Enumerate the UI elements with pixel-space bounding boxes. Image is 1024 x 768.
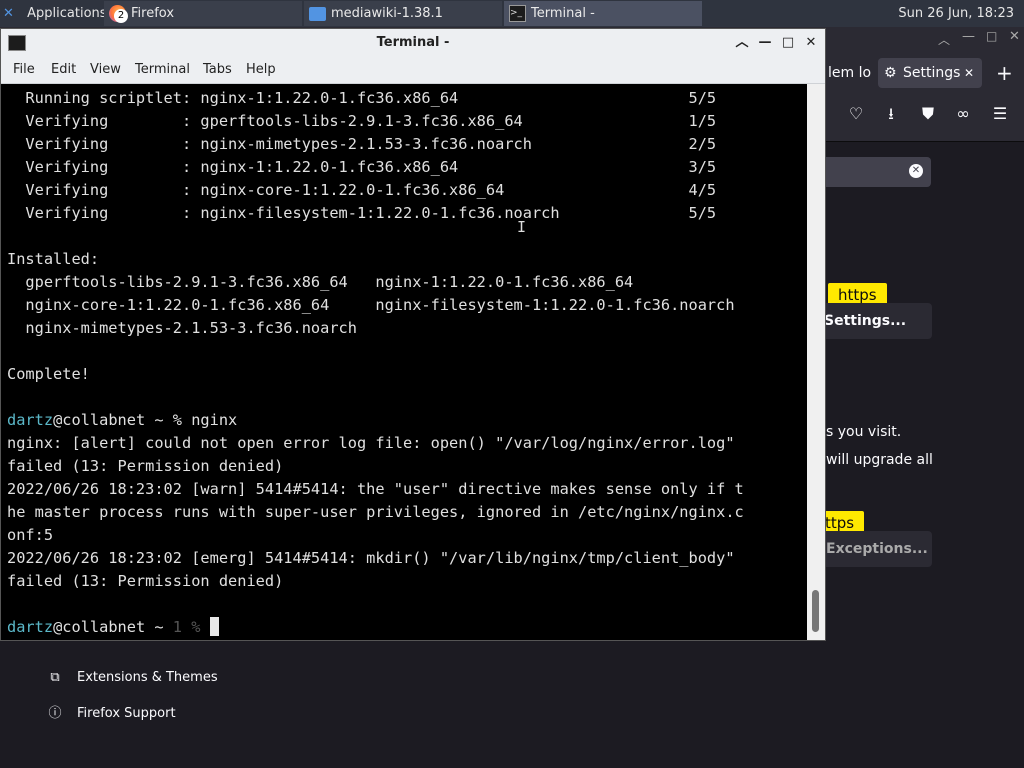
taskbar-firefox-label: Firefox: [131, 6, 175, 21]
prompt-user: dartz: [7, 411, 54, 429]
clock[interactable]: Sun 26 Jun, 18:23: [898, 0, 1014, 27]
terminal-menubar: File Edit View Terminal Tabs Help: [1, 57, 825, 84]
puzzle-icon: ⧉: [50, 670, 60, 685]
taskbar-files[interactable]: mediawiki-1.38.1: [304, 1, 502, 26]
terminal-app-icon: [8, 35, 26, 51]
terminal-icon: >_: [509, 5, 526, 22]
output-line: Verifying : nginx-filesystem-1:1.22.0-1.…: [7, 204, 717, 222]
taskbar-firefox[interactable]: 2 Firefox: [104, 1, 302, 26]
https-settings-label: Settings...: [824, 313, 907, 329]
taskbar-terminal[interactable]: >_ Terminal -: [504, 1, 702, 26]
window-count-badge: 2: [114, 9, 128, 23]
taskbar-terminal-label: Terminal -: [531, 6, 595, 21]
prompt-line: dartz@collabnet ~ 1 %: [7, 617, 219, 636]
output-line: nginx-mimetypes-2.1.53-3.fc36.noarch: [7, 319, 357, 337]
menu-view[interactable]: View: [90, 57, 121, 83]
pocket-icon[interactable]: ♡: [845, 103, 867, 125]
top-panel: ✕ Applications ⁝ 2 Firefox mediawiki-1.3…: [0, 0, 1024, 27]
tab-partial-label[interactable]: lem lo: [828, 65, 871, 81]
terminal-title: Terminal -: [376, 35, 450, 50]
firefox-support-link[interactable]: ⓘ Firefox Support: [46, 704, 176, 724]
output-line: 2022/06/26 18:23:02 [warn] 5414#5414: th…: [7, 480, 744, 498]
new-tab-icon[interactable]: +: [996, 61, 1013, 85]
output-line: failed (13: Permission denied): [7, 457, 284, 475]
output-line: failed (13: Permission denied): [7, 572, 284, 590]
menu-edit[interactable]: Edit: [51, 57, 76, 83]
menu-file[interactable]: File: [13, 57, 35, 83]
tab-settings[interactable]: ⚙ Settings ✕: [878, 58, 982, 88]
output-line: Complete!: [7, 365, 90, 383]
hamburger-menu-icon[interactable]: ☰: [989, 103, 1011, 125]
text-cursor: [209, 617, 219, 636]
exceptions-label: Exceptions...: [826, 541, 928, 557]
ublock-icon[interactable]: ⛊: [917, 103, 939, 125]
output-line: he master process runs with super-user p…: [7, 503, 744, 521]
window-minimize-icon[interactable]: —: [754, 29, 776, 57]
output-line: Verifying : nginx-core-1:1.22.0-1.fc36.x…: [7, 181, 717, 199]
prompt-host: @collabnet ~: [53, 411, 173, 429]
output-line: 2022/06/26 18:23:02 [emerg] 5414#5414: m…: [7, 549, 735, 567]
https-description-line1: s you visit.: [826, 424, 902, 440]
taskbar-files-label: mediawiki-1.38.1: [331, 6, 443, 21]
window-maximize-icon[interactable]: □: [777, 29, 799, 57]
window-shade-icon[interactable]: ︿: [731, 29, 753, 57]
prompt-symbol: %: [172, 411, 192, 429]
prompt-line: dartz@collabnet ~ % nginx: [7, 411, 237, 429]
prompt-user: dartz: [7, 618, 54, 636]
terminal-text: Running scriptlet: nginx-1:1.22.0-1.fc36…: [7, 87, 744, 639]
applications-label: Applications: [27, 6, 107, 21]
output-line: Verifying : gperftools-libs-2.9.1-3.fc36…: [7, 112, 717, 130]
help-icon: ⓘ: [48, 706, 62, 721]
firefox-restore-icon[interactable]: —: [962, 29, 975, 44]
folder-icon: [309, 7, 326, 21]
terminal-output[interactable]: Running scriptlet: nginx-1:1.22.0-1.fc36…: [1, 84, 807, 640]
menu-help[interactable]: Help: [246, 57, 276, 83]
firefox-maximize-icon[interactable]: □: [986, 29, 997, 43]
output-line: Running scriptlet: nginx-1:1.22.0-1.fc36…: [7, 89, 717, 107]
terminal-scrollbar[interactable]: [807, 84, 825, 640]
extensions-themes-link[interactable]: ⧉ Extensions & Themes: [46, 668, 218, 688]
tab-close-icon[interactable]: ✕: [964, 58, 974, 88]
menu-terminal[interactable]: Terminal: [135, 57, 190, 83]
applications-menu[interactable]: ✕ Applications ⁝: [3, 0, 119, 27]
download-icon[interactable]: ⭳: [880, 103, 902, 125]
gear-icon: ⚙: [884, 65, 897, 81]
clear-search-icon[interactable]: ✕: [909, 164, 923, 178]
scrollbar-thumb[interactable]: [812, 590, 819, 632]
tab-settings-label: Settings: [903, 65, 961, 81]
output-line: Verifying : nginx-1:1.22.0-1.fc36.x86_64…: [7, 158, 717, 176]
extensions-themes-label: Extensions & Themes: [77, 670, 218, 685]
window-close-icon[interactable]: ✕: [800, 29, 822, 57]
prompt-host: @collabnet ~: [53, 618, 173, 636]
extension-mask-icon[interactable]: ∞: [952, 103, 974, 125]
https-description-line2: will upgrade all: [826, 452, 933, 468]
menu-tabs[interactable]: Tabs: [203, 57, 232, 83]
mouse-ibeam-icon: I: [517, 218, 527, 236]
output-line: gperftools-libs-2.9.1-3.fc36.x86_64 ngin…: [7, 273, 634, 291]
terminal-window: Terminal - ︿ — □ ✕ File Edit View Termin…: [0, 28, 826, 641]
firefox-close-icon[interactable]: ✕: [1009, 29, 1020, 44]
output-line: Installed:: [7, 250, 100, 268]
firefox-support-label: Firefox Support: [77, 706, 176, 721]
prompt-command: nginx: [191, 411, 238, 429]
output-line: nginx: [alert] could not open error log …: [7, 434, 735, 452]
applications-icon: ✕: [3, 6, 14, 21]
prompt-exit-status: 1 %: [172, 618, 210, 636]
output-line: nginx-core-1:1.22.0-1.fc36.x86_64 nginx-…: [7, 296, 735, 314]
firefox-minimize-icon[interactable]: ︿: [938, 31, 950, 48]
terminal-titlebar[interactable]: Terminal - ︿ — □ ✕: [1, 29, 825, 57]
output-line: onf:5: [7, 526, 54, 544]
output-line: Verifying : nginx-mimetypes-2.1.53-3.fc3…: [7, 135, 717, 153]
